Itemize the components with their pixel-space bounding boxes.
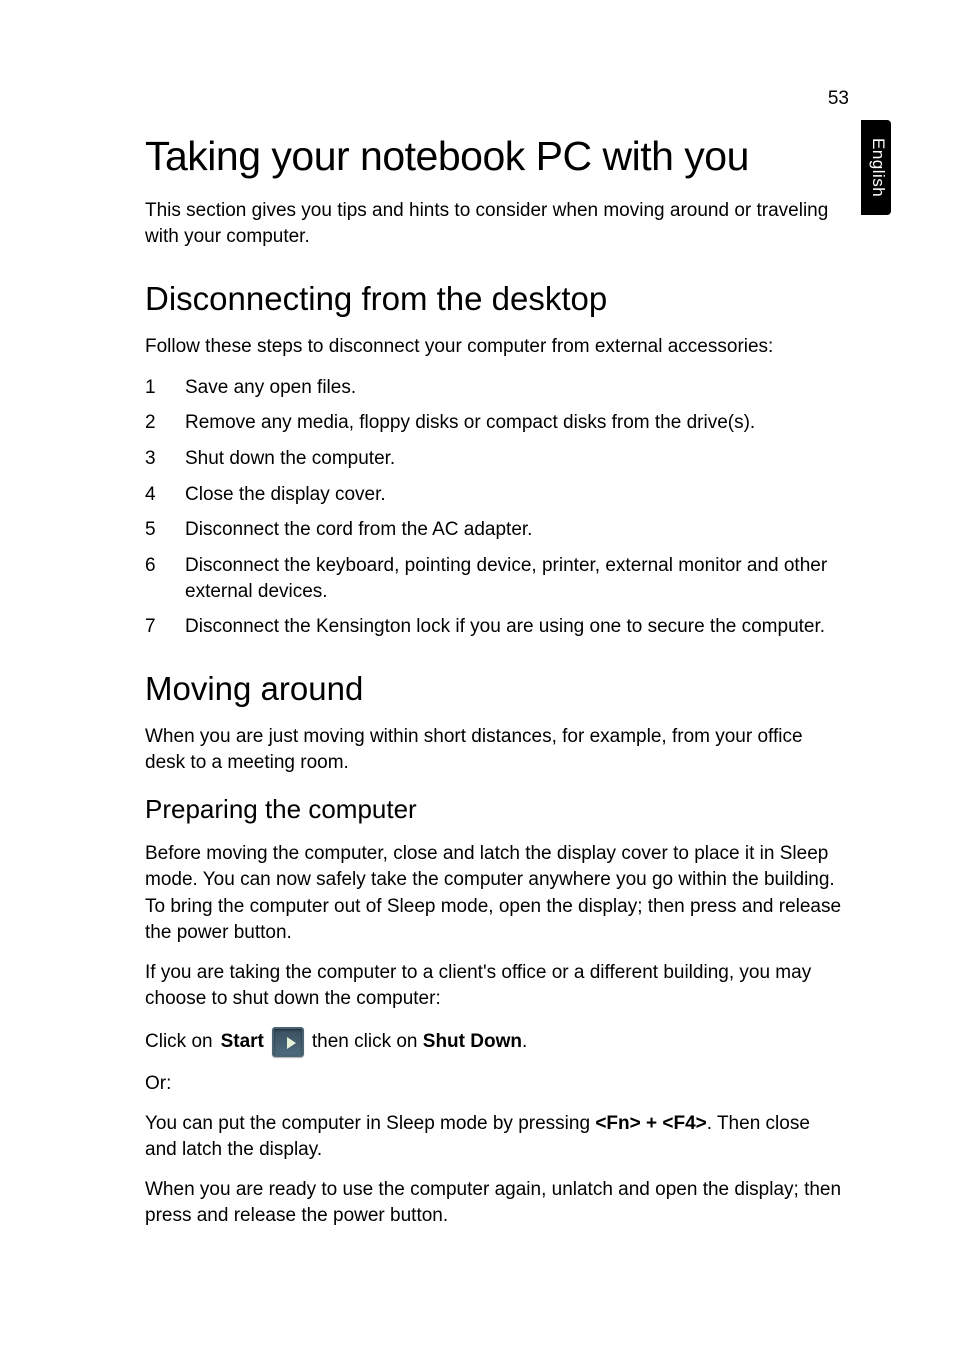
step-text: Save any open files. [185, 377, 356, 398]
list-item: 6 Disconnect the keyboard, pointing devic… [145, 553, 844, 604]
step-text: Disconnect the keyboard, pointing device… [185, 555, 827, 602]
step-number: 1 [145, 375, 156, 401]
list-item: 1 Save any open files. [145, 375, 844, 401]
preparing-p1: Before moving the computer, close and la… [145, 841, 844, 946]
page-body: Taking your notebook PC with you This se… [0, 0, 954, 1304]
heading-moving-around: Moving around [145, 670, 844, 708]
page-title-h1: Taking your notebook PC with you [145, 133, 844, 180]
list-item: 7 Disconnect the Kensington lock if you a… [145, 614, 844, 640]
disconnect-steps-list: 1 Save any open files. 2 Remove any media,… [145, 375, 844, 640]
ready-paragraph: When you are ready to use the computer a… [145, 1177, 844, 1229]
step-text: Disconnect the Kensington lock if you ar… [185, 616, 825, 637]
step-number: 6 [145, 553, 156, 579]
step-number: 2 [145, 410, 156, 436]
step-text: Remove any media, floppy disks or compac… [185, 412, 755, 433]
list-item: 2 Remove any media, floppy disks or compa… [145, 410, 844, 436]
language-tab: English [861, 120, 891, 215]
step-number: 5 [145, 517, 156, 543]
start-button-icon [272, 1027, 304, 1057]
step-number: 4 [145, 482, 156, 508]
preparing-p2: If you are taking the computer to a clie… [145, 960, 844, 1012]
disconnecting-intro: Follow these steps to disconnect your co… [145, 334, 844, 360]
step-text: Close the display cover. [185, 484, 386, 505]
step-text: Disconnect the cord from the AC adapter. [185, 519, 532, 540]
step-number: 3 [145, 446, 156, 472]
sleep-key: <Fn> + <F4> [595, 1113, 706, 1134]
heading-preparing: Preparing the computer [145, 794, 844, 825]
step-text: Shut down the computer. [185, 448, 395, 469]
list-item: 3 Shut down the computer. [145, 446, 844, 472]
sleep-paragraph: You can put the computer in Sleep mode b… [145, 1111, 844, 1163]
click-start-line: Click on Start then click on Shut Down. [145, 1027, 844, 1057]
sleep-prefix: You can put the computer in Sleep mode b… [145, 1113, 595, 1134]
list-item: 4 Close the display cover. [145, 482, 844, 508]
step-number: 7 [145, 614, 156, 640]
shutdown-label: Shut Down [423, 1031, 522, 1052]
click-prefix: Click on [145, 1029, 213, 1055]
heading-disconnecting: Disconnecting from the desktop [145, 280, 844, 318]
start-label: Start [221, 1029, 264, 1055]
page-number: 53 [828, 88, 849, 110]
intro-paragraph: This section gives you tips and hints to… [145, 198, 844, 250]
list-item: 5 Disconnect the cord from the AC adapter… [145, 517, 844, 543]
click-mid: then click on [312, 1031, 423, 1052]
or-label: Or: [145, 1071, 844, 1097]
moving-intro: When you are just moving within short di… [145, 724, 844, 776]
click-suffix: . [522, 1031, 527, 1052]
